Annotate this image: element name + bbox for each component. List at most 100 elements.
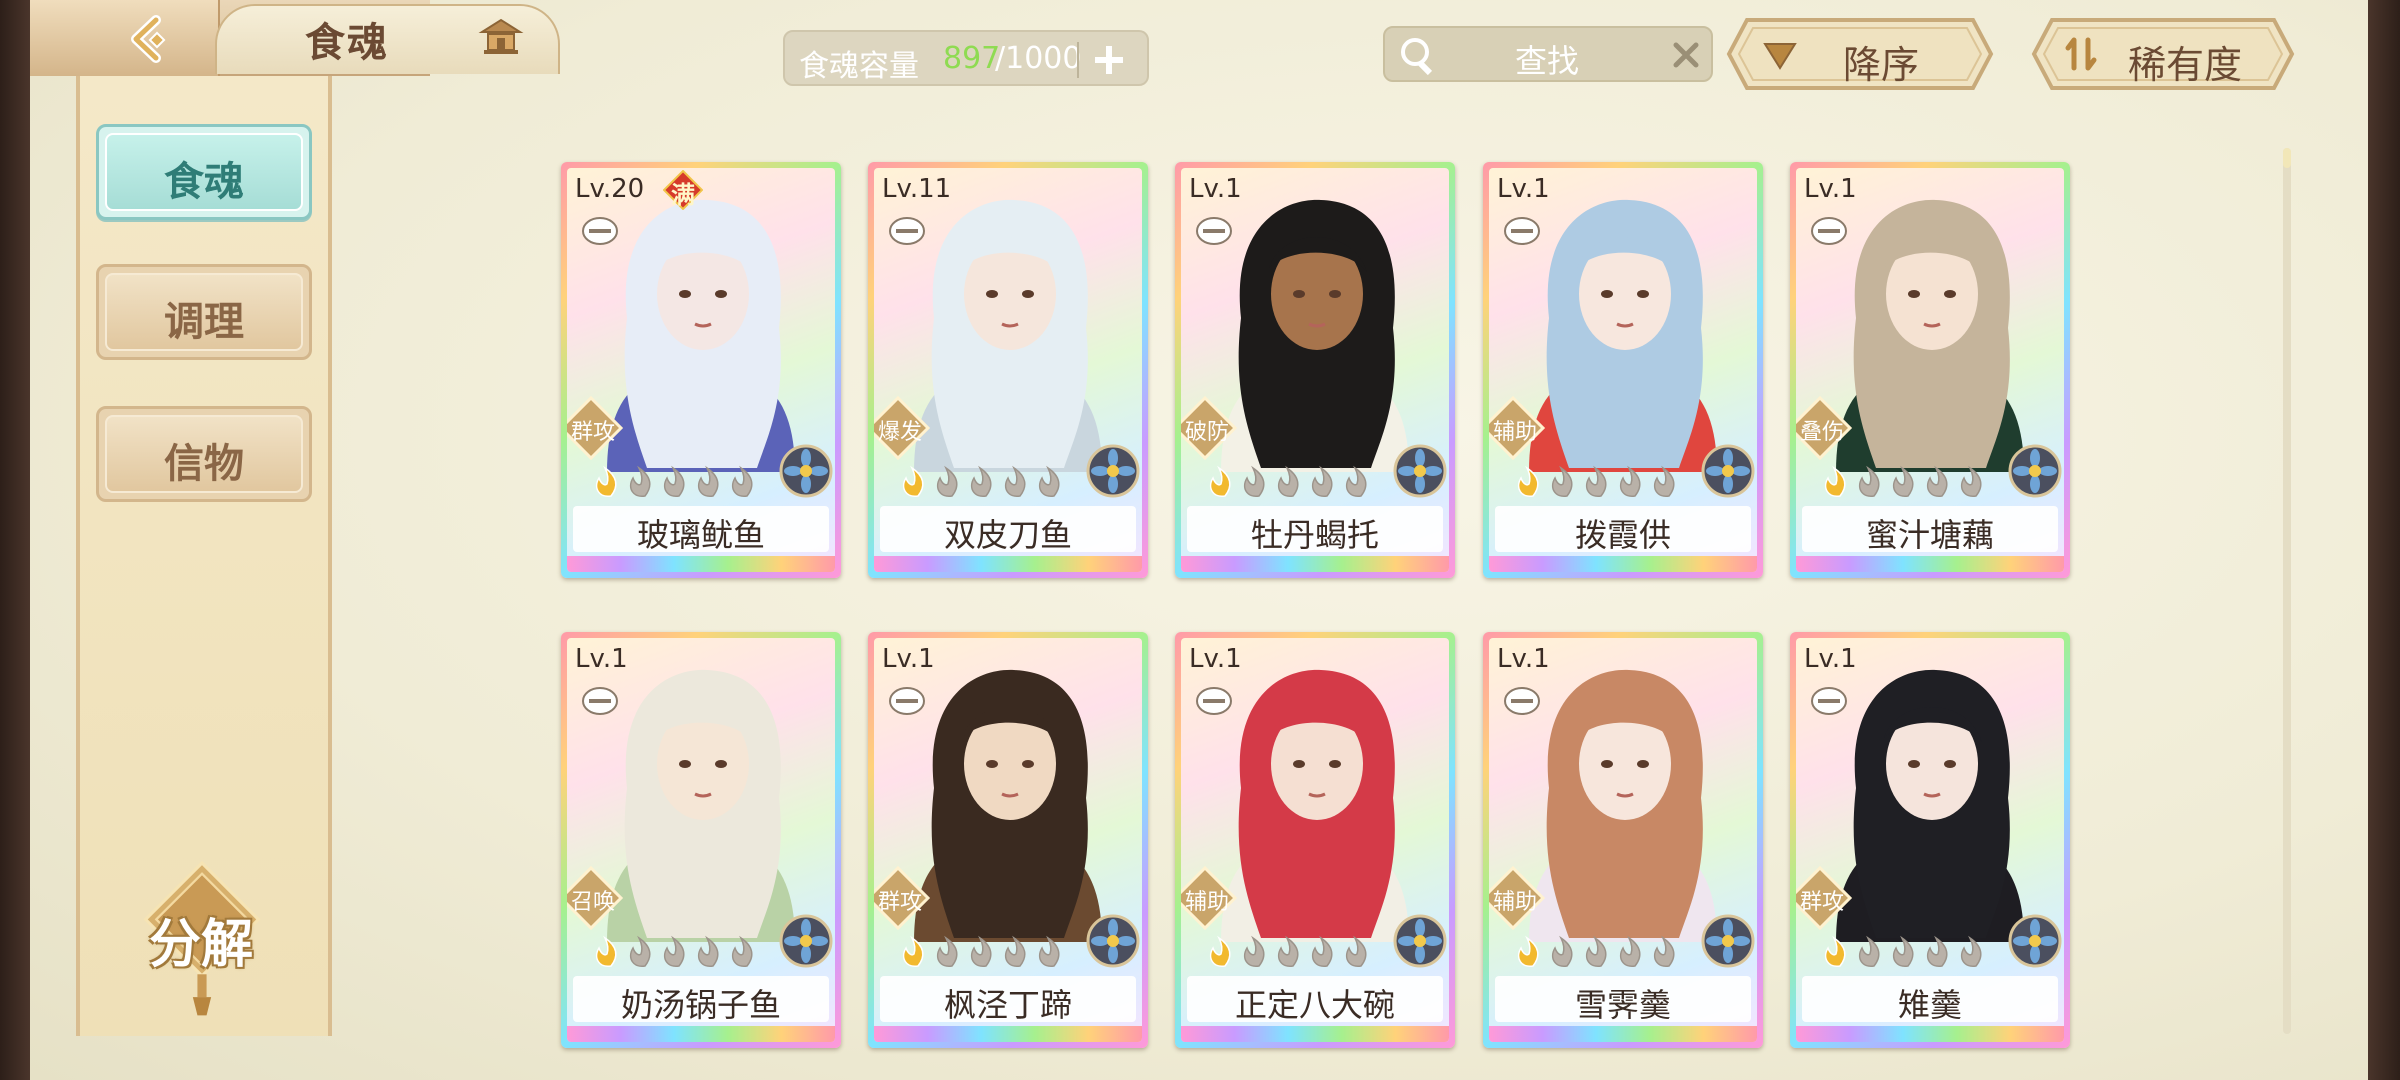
tab-tokens[interactable]: 信物 — [96, 406, 312, 502]
star-rating — [1517, 465, 1675, 497]
card-name: 牡丹蝎托 — [1250, 516, 1379, 554]
food-soul-card[interactable]: Lv.1 辅助拨霞供 — [1483, 162, 1763, 578]
flower-emblem-icon — [779, 914, 833, 968]
role-badge-label: 群攻 — [877, 890, 922, 915]
card-inner: Lv.1 召唤奶汤锅子鱼 — [567, 638, 835, 1042]
card-name: 奶汤锅子鱼 — [620, 986, 781, 1024]
role-badge-label: 辅助 — [1492, 420, 1537, 445]
role-badge: 辅助 — [1181, 865, 1238, 931]
plus-icon[interactable] — [1085, 36, 1133, 84]
card-level: Lv.20 — [575, 174, 645, 204]
tab-label: 调理 — [164, 298, 244, 345]
card-rainbow-footer — [1796, 556, 2064, 572]
star-rating — [1209, 465, 1367, 497]
max-badge-label: 满 — [671, 181, 695, 209]
search-input[interactable]: 查找 — [1515, 36, 1579, 82]
food-soul-card[interactable]: Lv.20 满群攻 玻璃鱿鱼 — [561, 162, 841, 578]
card-level: Lv.1 — [1804, 644, 1857, 674]
flower-emblem-icon — [1086, 444, 1140, 498]
bowl-icon — [889, 217, 925, 245]
star-rating — [1824, 935, 1982, 967]
food-soul-card[interactable]: Lv.1 辅助 正定八大碗 — [1175, 632, 1455, 1048]
capacity-divider — [1077, 42, 1079, 78]
scrollbar[interactable] — [2283, 148, 2291, 1034]
scrollbar-thumb[interactable] — [2283, 148, 2291, 168]
star-rating — [902, 465, 1060, 497]
card-rainbow-footer — [1489, 556, 1757, 572]
home-icon[interactable] — [478, 16, 524, 58]
card-name-bar: 牡丹蝎托 — [1187, 506, 1443, 554]
role-badge: 叠伤 — [1796, 395, 1853, 461]
search-icon — [1401, 38, 1433, 76]
card-level: Lv.1 — [882, 644, 935, 674]
flower-emblem-icon — [779, 444, 833, 498]
card-name-bar: 雪霁羹 — [1495, 976, 1751, 1024]
card-level: Lv.1 — [1189, 174, 1242, 204]
sort-down-icon — [1763, 43, 1797, 70]
flower-emblem-icon — [1701, 444, 1755, 498]
star-rating — [1824, 465, 1982, 497]
sort-order-button[interactable]: 降序 — [1725, 16, 1995, 92]
bowl-icon — [1811, 687, 1847, 715]
swap-order-icon — [2065, 37, 2097, 71]
tab-conditioning[interactable]: 调理 — [96, 264, 312, 360]
card-rainbow-footer — [1181, 556, 1449, 572]
role-badge-label: 叠伤 — [1799, 420, 1844, 445]
card-rainbow-footer — [567, 1026, 835, 1042]
card-name: 雪霁羹 — [1574, 986, 1671, 1024]
role-badge: 群攻 — [567, 395, 624, 461]
card-level: Lv.1 — [575, 644, 628, 674]
food-soul-card[interactable]: Lv.1 群攻雉羹 — [1790, 632, 2070, 1048]
food-soul-card[interactable]: Lv.11 爆发双皮刀鱼 — [868, 162, 1148, 578]
role-badge: 破防 — [1181, 395, 1238, 461]
capacity-current: 897 — [943, 41, 1001, 76]
bowl-icon — [1196, 687, 1232, 715]
role-badge: 群攻 — [1796, 865, 1853, 931]
decompose-label: 分解 — [148, 914, 253, 975]
bowl-icon — [1504, 687, 1540, 715]
bowl-icon — [1196, 217, 1232, 245]
card-level: Lv.1 — [1497, 174, 1550, 204]
back-button[interactable] — [30, 0, 220, 76]
tab-food-souls[interactable]: 食魂 — [96, 124, 312, 220]
role-badge: 辅助 — [1489, 865, 1546, 931]
card-level: Lv.11 — [882, 174, 952, 204]
back-arrow-icon — [131, 15, 166, 63]
card-name-bar: 正定八大碗 — [1187, 976, 1443, 1024]
capacity-max: /1000 — [995, 41, 1082, 76]
flower-emblem-icon — [1393, 444, 1447, 498]
card-name: 正定八大碗 — [1234, 986, 1395, 1024]
role-badge-label: 召唤 — [570, 890, 615, 915]
card-inner: Lv.1 群攻枫泾丁蹄 — [874, 638, 1142, 1042]
star-rating — [1517, 935, 1675, 967]
star-rating — [902, 935, 1060, 967]
rarity-label: 稀有度 — [2128, 43, 2243, 87]
food-soul-card[interactable]: Lv.1 辅助 雪霁羹 — [1483, 632, 1763, 1048]
card-rainbow-footer — [1489, 1026, 1757, 1042]
bowl-icon — [1811, 217, 1847, 245]
card-name: 枫泾丁蹄 — [943, 986, 1072, 1024]
star-rating — [595, 935, 753, 967]
star-rating — [595, 465, 753, 497]
card-inner: Lv.1 群攻雉羹 — [1796, 638, 2064, 1042]
food-soul-card[interactable]: Lv.1 叠伤蜜汁塘藕 — [1790, 162, 2070, 578]
bowl-icon — [582, 687, 618, 715]
food-soul-card[interactable]: Lv.1 召唤奶汤锅子鱼 — [561, 632, 841, 1048]
food-soul-card[interactable]: Lv.1 破防牡丹蝎托 — [1175, 162, 1455, 578]
search-bar[interactable]: 查找 — [1383, 26, 1713, 82]
card-name-bar: 双皮刀鱼 — [880, 506, 1136, 554]
food-soul-card[interactable]: Lv.1 群攻枫泾丁蹄 — [868, 632, 1148, 1048]
card-rainbow-footer — [874, 556, 1142, 572]
role-badge-label: 爆发 — [877, 420, 922, 445]
role-badge-label: 辅助 — [1492, 890, 1537, 915]
card-name: 雉羹 — [1897, 986, 1962, 1024]
card-name: 蜜汁塘藕 — [1865, 516, 1994, 554]
card-name-bar: 拨霞供 — [1495, 506, 1751, 554]
flower-emblem-icon — [2008, 914, 2062, 968]
rarity-sort-button[interactable]: 稀有度 — [2030, 16, 2296, 92]
clear-search-icon[interactable] — [1669, 38, 1703, 72]
card-level: Lv.1 — [1804, 174, 1857, 204]
role-badge-label: 群攻 — [1799, 890, 1844, 915]
card-name-bar: 枫泾丁蹄 — [880, 976, 1136, 1024]
page-title: 食魂 — [305, 19, 389, 66]
